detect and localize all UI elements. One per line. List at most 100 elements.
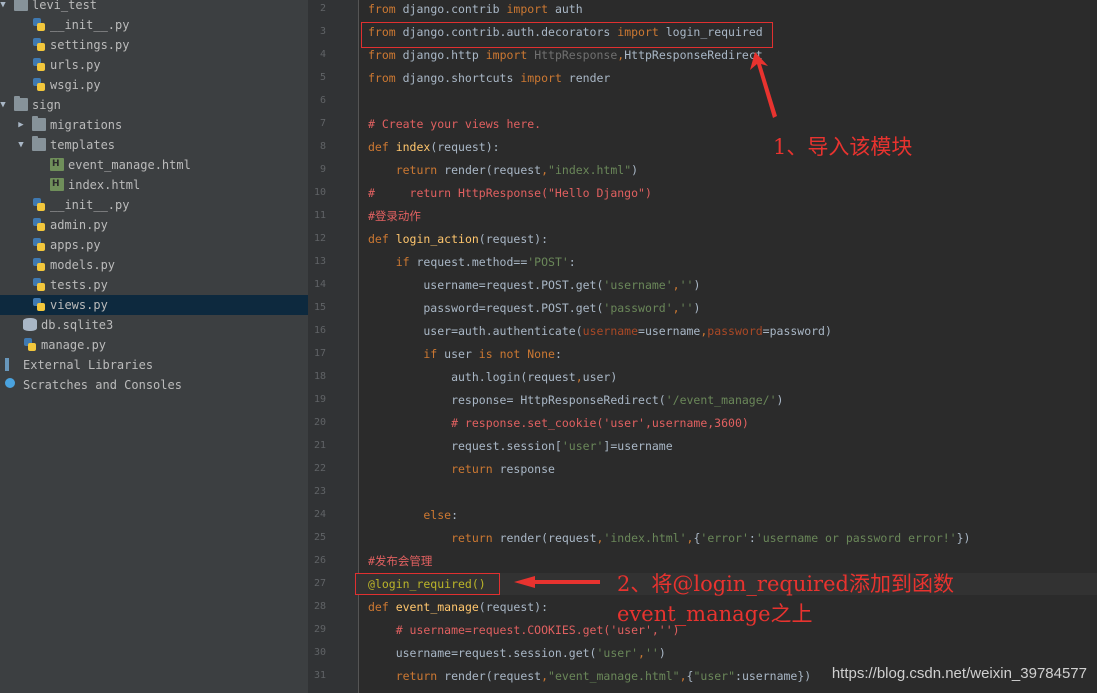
code-line[interactable]: return render(request,"event_manage.html… (368, 668, 812, 684)
tree-item-label: settings.py (50, 38, 130, 52)
code-line[interactable]: auth.login(request,user) (368, 369, 617, 385)
tree-item[interactable]: wsgi.py (0, 75, 308, 95)
tree-item[interactable]: urls.py (0, 55, 308, 75)
line-number: 5 (319, 72, 326, 83)
code-token: is not None (478, 347, 555, 361)
tree-item[interactable]: views.py (0, 295, 308, 315)
code-token: , (575, 370, 583, 384)
annotation-step-1: 1、导入该模块 (773, 135, 913, 159)
code-line[interactable]: response= HttpResponseRedirect('/event_m… (368, 392, 783, 408)
tree-item[interactable]: __init__.py (0, 15, 308, 35)
chevron-down-icon[interactable]: ▼ (0, 95, 8, 115)
tree-item[interactable]: models.py (0, 255, 308, 275)
code-line[interactable]: # return HttpResponse("Hello Django") (368, 185, 652, 201)
code-line[interactable]: password=request.POST.get('password','') (368, 300, 700, 316)
code-token: user) (582, 370, 618, 384)
line-number: 11 (313, 210, 326, 221)
tree-item[interactable]: Scratches and Consoles (0, 375, 308, 395)
python-file-icon (32, 38, 46, 51)
code-token: HttpResponse (534, 48, 618, 62)
code-token: def (368, 140, 396, 154)
python-file-icon (32, 298, 46, 311)
line-number: 3 (319, 26, 326, 37)
line-number: 26 (313, 555, 326, 566)
line-number: 24 (313, 509, 326, 520)
code-token: : (554, 347, 562, 361)
code-line[interactable]: user=auth.authenticate(username=username… (368, 323, 832, 339)
code-token: 'user' (561, 439, 604, 453)
code-token: response (499, 462, 555, 476)
tree-item[interactable]: settings.py (0, 35, 308, 55)
tree-item-label: sign (32, 98, 61, 112)
code-line[interactable]: from django.shortcuts import render (368, 70, 610, 86)
code-line[interactable]: def index(request): (368, 139, 500, 155)
code-line[interactable]: username=request.POST.get('username','') (368, 277, 700, 293)
code-token: , (679, 669, 687, 683)
code-token: if (368, 255, 417, 269)
code-line[interactable]: return render(request,"index.html") (368, 162, 638, 178)
line-number: 10 (313, 187, 326, 198)
code-token: render(request (444, 163, 542, 177)
tree-item[interactable]: External Libraries (0, 355, 308, 375)
code-token: event_manage (395, 600, 479, 614)
code-line[interactable]: # Create your views here. (368, 116, 541, 132)
code-line[interactable]: if request.method=='POST': (368, 254, 576, 270)
code-line[interactable]: #发布会管理 (368, 553, 432, 569)
code-line[interactable]: username=request.session.get('user','') (368, 645, 666, 661)
tree-item-label: __init__.py (50, 198, 130, 212)
folder-icon (32, 136, 46, 151)
code-line[interactable]: from django.http import HttpResponse,Htt… (368, 47, 763, 63)
line-number: 22 (313, 463, 326, 474)
code-token: : (748, 531, 756, 545)
line-number: 16 (313, 325, 326, 336)
tree-item[interactable]: __init__.py (0, 195, 308, 215)
code-token: (request): (478, 600, 549, 614)
code-line[interactable]: # response.set_cookie('user',username,36… (368, 415, 749, 431)
code-line[interactable]: return response (368, 461, 555, 477)
code-line[interactable]: request.session['user']=username (368, 438, 673, 454)
code-token: render(request (499, 531, 597, 545)
tree-item-label: levi_test (32, 0, 98, 12)
code-token: django.shortcuts (402, 71, 521, 85)
tree-item[interactable]: manage.py (0, 335, 308, 355)
tree-item-label: tests.py (50, 278, 108, 292)
code-token: user=auth.authenticate( (368, 324, 583, 338)
code-line[interactable]: if user is not None: (368, 346, 562, 362)
code-token: ) (658, 646, 666, 660)
tree-item[interactable]: event_manage.html (0, 155, 308, 175)
code-line[interactable]: return render(request,'index.html',{'err… (368, 530, 970, 546)
code-token: "user" (693, 669, 736, 683)
tree-item[interactable]: ▼ templates (0, 135, 308, 155)
code-line[interactable]: def event_manage(request): (368, 599, 548, 615)
tree-item[interactable]: apps.py (0, 235, 308, 255)
code-line[interactable]: #登录动作 (368, 208, 421, 224)
code-line[interactable]: else: (368, 507, 458, 523)
chevron-right-icon[interactable]: ▶ (16, 115, 26, 135)
code-token: from (368, 2, 403, 16)
code-token: "event_manage.html" (548, 669, 680, 683)
code-token: =password) (762, 324, 832, 338)
code-token: else (368, 508, 452, 522)
tree-item[interactable]: db.sqlite3 (0, 315, 308, 335)
tree-item[interactable]: admin.py (0, 215, 308, 235)
python-file-icon (32, 198, 46, 211)
chevron-down-icon[interactable]: ▼ (16, 135, 26, 155)
code-line[interactable]: def login_action(request): (368, 231, 548, 247)
tree-item[interactable]: ▼ sign (0, 95, 308, 115)
tree-item-label: migrations (50, 118, 123, 132)
code-token: 'user' (596, 646, 639, 660)
code-token: def (368, 600, 396, 614)
chevron-down-icon[interactable]: ▼ (0, 0, 8, 15)
tree-item[interactable]: tests.py (0, 275, 308, 295)
tree-item-label: index.html (68, 178, 141, 192)
tree-item-label: __init__.py (50, 18, 130, 32)
tree-item[interactable]: ▼ levi_test (0, 0, 308, 15)
code-token: request.session[ (368, 439, 562, 453)
tree-item-label: wsgi.py (50, 78, 101, 92)
tree-item[interactable]: index.html (0, 175, 308, 195)
tree-item-label: templates (50, 138, 116, 152)
tree-item[interactable]: ▶ migrations (0, 115, 308, 135)
code-line[interactable]: from django.contrib import auth (368, 1, 583, 17)
code-token: #发布会管理 (368, 554, 433, 568)
line-number: 28 (313, 601, 326, 612)
